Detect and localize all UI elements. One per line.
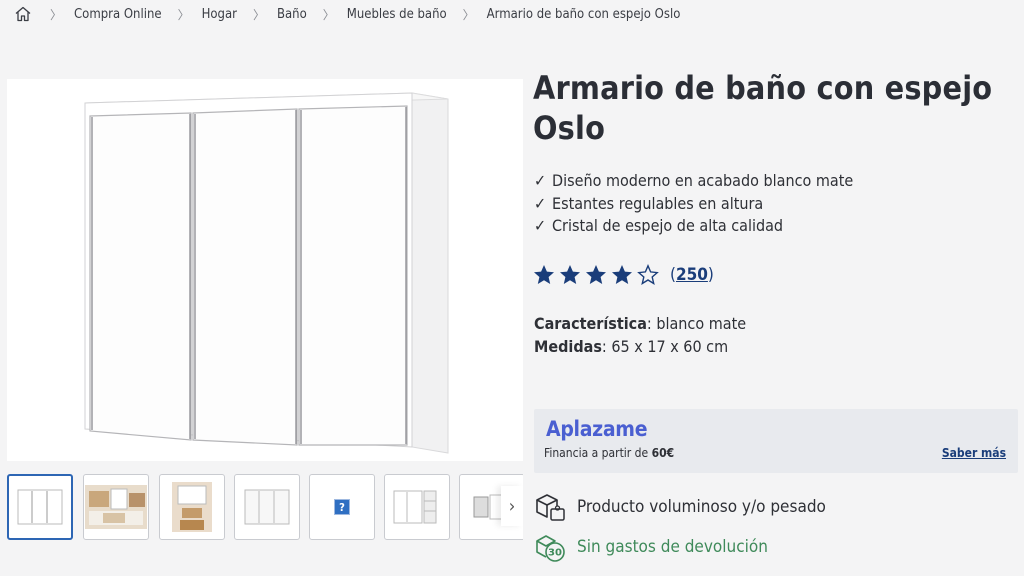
product-main-image[interactable] — [7, 79, 523, 461]
breadcrumb-item-current: Armario de baño con espejo Oslo — [486, 6, 681, 22]
breadcrumb-item-bano[interactable]: Baño — [277, 7, 307, 22]
check-icon: ✓ — [534, 193, 547, 213]
spec-caracteristica: Característica: blanco mate — [534, 314, 747, 333]
thumbnail-bathroom-scene-2[interactable] — [159, 474, 225, 540]
rating-count[interactable]: (250) — [670, 265, 714, 285]
chevron-right-icon: 〉 — [462, 7, 475, 22]
feature-item: ✓ Cristal de espejo de alta calidad — [534, 215, 853, 238]
home-icon[interactable] — [14, 5, 32, 23]
feature-list: ✓ Diseño moderno en acabado blanco mate ✓… — [534, 170, 853, 238]
product-specs: Característica: blanco mate Medidas: 65 … — [534, 312, 746, 358]
product-title: Armario de baño con espejo Oslo — [533, 69, 993, 147]
rating-count-link[interactable]: 250 — [676, 265, 708, 285]
product-rating[interactable]: (250) — [532, 263, 714, 287]
feature-item: ✓ Diseño moderno en acabado blanco mate — [534, 170, 853, 193]
thumbnail-placeholder[interactable]: ? — [309, 474, 375, 540]
thumbnail-strip: ? › — [7, 474, 523, 540]
star-filled-icon — [586, 265, 606, 284]
star-filled-icon — [560, 265, 580, 284]
thumbnail-next-button[interactable]: › — [501, 486, 523, 526]
financing-box: Aplazame Financia a partir de 60€ Saber … — [534, 409, 1018, 473]
returns-30-days-icon: 30 — [536, 535, 565, 562]
breadcrumb-item-compra-online[interactable]: Compra Online — [74, 7, 162, 22]
chevron-right-icon: 〉 — [252, 7, 265, 22]
thumbnail-open-side-view[interactable] — [384, 474, 450, 540]
svg-text:30: 30 — [548, 548, 562, 559]
star-empty-icon — [637, 264, 659, 285]
check-icon: ✓ — [534, 171, 547, 190]
breadcrumb: 〉 Compra Online 〉 Hogar 〉 Baño 〉 Muebles… — [14, 3, 680, 25]
image-placeholder-icon: ? — [334, 499, 350, 515]
chevron-right-icon: 〉 — [50, 7, 63, 22]
free-returns-text: Sin gastos de devolución — [577, 537, 768, 557]
star-filled-icon — [534, 265, 554, 284]
aplazame-logo: Aplazame — [546, 417, 648, 441]
star-filled-icon — [612, 265, 632, 284]
bulky-product-info: Producto voluminoso y/o pesado — [533, 490, 826, 524]
spec-medidas: Medidas: 65 x 17 x 60 cm — [534, 337, 729, 356]
saber-mas-link[interactable]: Saber más — [942, 446, 1006, 460]
thumbnail-mirror-doors[interactable] — [234, 474, 300, 540]
thumbnail-bathroom-scene-1[interactable] — [83, 474, 149, 540]
free-returns-info: 30 Sin gastos de devolución — [533, 530, 768, 564]
check-icon: ✓ — [534, 216, 547, 235]
bulky-package-icon — [536, 494, 565, 521]
thumbnail-front-view[interactable] — [7, 474, 73, 540]
financing-text: Financia a partir de 60€ — [544, 446, 675, 460]
breadcrumb-item-hogar[interactable]: Hogar — [202, 7, 237, 22]
bulky-product-text: Producto voluminoso y/o pesado — [577, 497, 826, 517]
rating-stars — [532, 263, 660, 287]
feature-item: ✓ Estantes regulables en altura — [534, 193, 853, 216]
chevron-right-icon: 〉 — [177, 7, 190, 22]
breadcrumb-item-muebles-de-bano[interactable]: Muebles de baño — [347, 7, 447, 22]
chevron-right-icon: › — [508, 495, 516, 517]
chevron-right-icon: 〉 — [322, 7, 335, 22]
